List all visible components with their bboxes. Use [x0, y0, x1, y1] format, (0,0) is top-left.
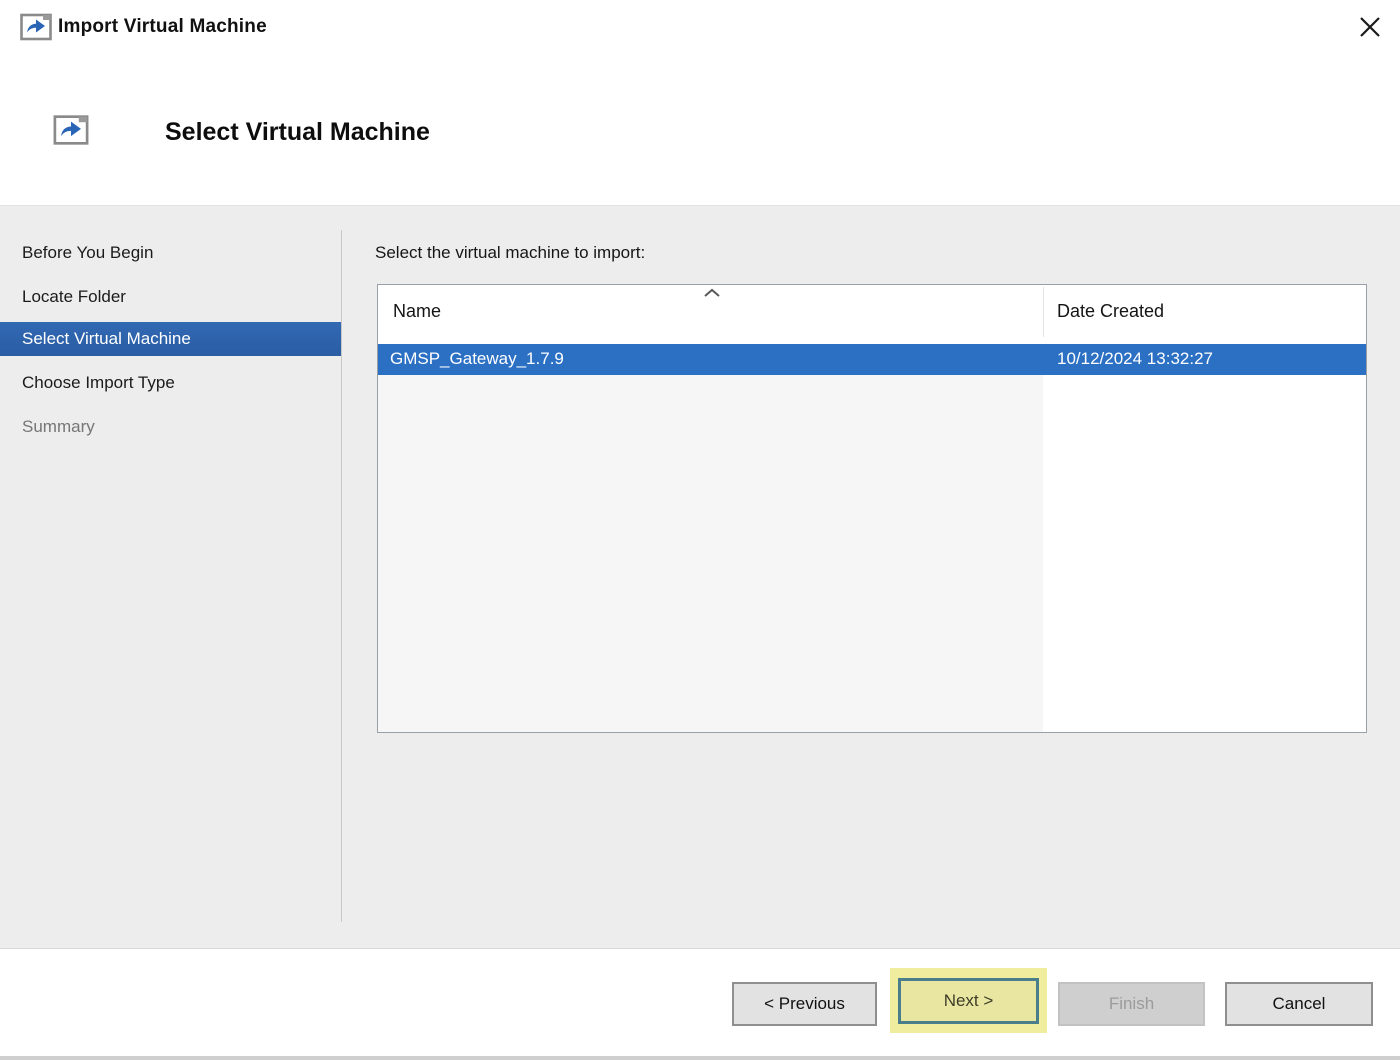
sidebar-item-summary[interactable]: Summary	[0, 410, 341, 444]
window-bottom-edge	[0, 1056, 1400, 1060]
sidebar-item-select-virtual-machine[interactable]: Select Virtual Machine	[0, 322, 341, 356]
import-vm-icon	[20, 13, 52, 41]
sidebar-item-choose-import-type[interactable]: Choose Import Type	[0, 366, 341, 400]
sidebar-item-locate-folder[interactable]: Locate Folder	[0, 280, 341, 314]
sidebar-divider	[341, 230, 342, 922]
window-title: Import Virtual Machine	[58, 16, 267, 37]
column-header-name[interactable]: Name	[393, 301, 441, 322]
column-divider	[1043, 287, 1044, 337]
vm-name-cell: GMSP_Gateway_1.7.9	[390, 349, 564, 368]
finish-button[interactable]: Finish	[1058, 982, 1205, 1026]
footer-divider	[0, 948, 1400, 949]
sidebar-item-label: Select Virtual Machine	[22, 329, 191, 348]
next-button-highlight: Next >	[890, 968, 1047, 1033]
cancel-button[interactable]: Cancel	[1225, 982, 1373, 1026]
import-virtual-machine-dialog: Import Virtual Machine Select Virtual Ma…	[0, 0, 1400, 1060]
previous-button[interactable]: < Previous	[732, 982, 877, 1026]
vm-table: Name Date Created GMSP_Gateway_1.7.9 10/…	[377, 284, 1367, 733]
close-icon	[1360, 17, 1380, 37]
sidebar-item-label: Locate Folder	[22, 287, 126, 306]
sidebar-item-label: Summary	[22, 417, 95, 436]
close-button[interactable]	[1352, 10, 1388, 44]
sidebar-item-label: Before You Begin	[22, 243, 154, 262]
wizard-header-import-icon	[53, 115, 89, 145]
page-title: Select Virtual Machine	[165, 118, 430, 146]
vm-table-row-selected[interactable]: GMSP_Gateway_1.7.9 10/12/2024 13:32:27	[378, 344, 1366, 375]
sidebar-item-before-you-begin[interactable]: Before You Begin	[0, 236, 341, 270]
vm-date-created-cell: 10/12/2024 13:32:27	[1057, 349, 1213, 368]
sidebar-item-label: Choose Import Type	[22, 373, 175, 392]
instruction-label: Select the virtual machine to import:	[375, 243, 646, 262]
column-header-date-created[interactable]: Date Created	[1057, 301, 1164, 322]
next-button[interactable]: Next >	[898, 977, 1039, 1024]
sort-ascending-icon	[704, 288, 720, 297]
name-column-shading	[378, 375, 1043, 732]
